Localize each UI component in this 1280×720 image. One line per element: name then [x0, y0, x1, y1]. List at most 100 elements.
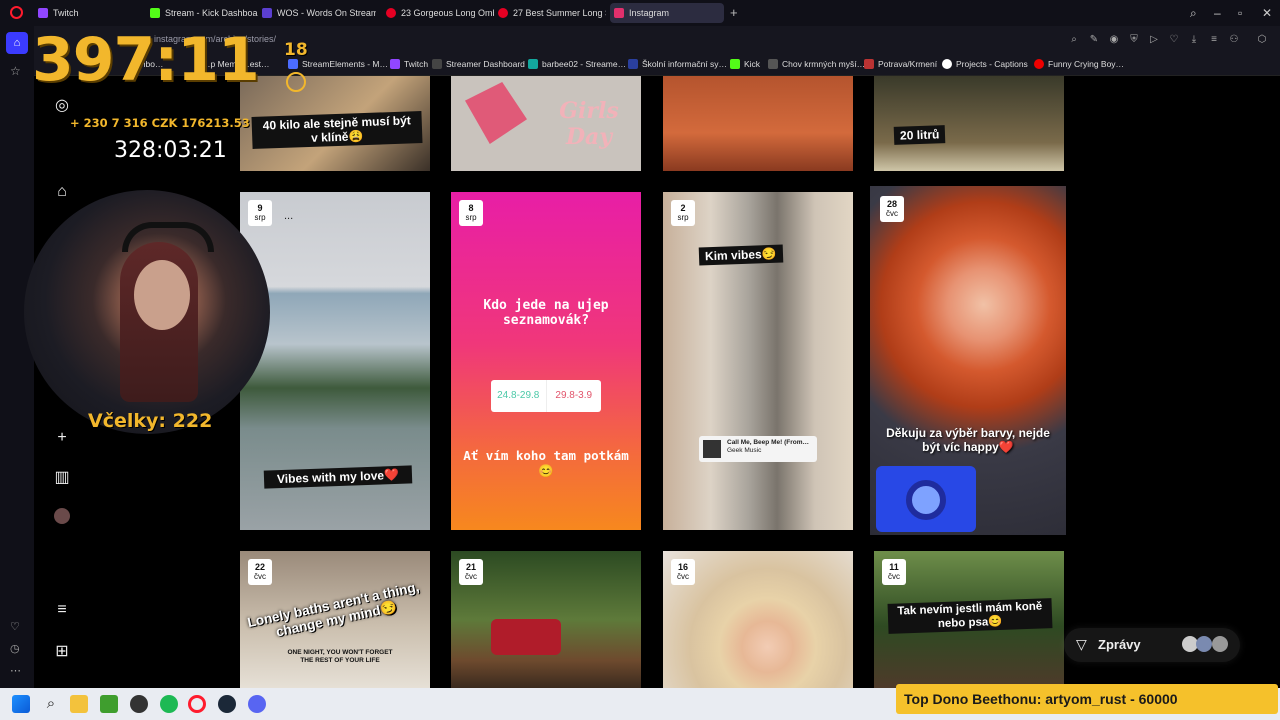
avatar	[1212, 636, 1228, 652]
threads-icon[interactable]: ⊞	[52, 642, 72, 662]
story-tile[interactable]: 22 čvc Lonely baths aren't a thing, chang…	[240, 551, 430, 688]
date-badge: 16 čvc	[671, 559, 695, 585]
file-explorer-icon[interactable]	[70, 695, 88, 713]
streamer-dashboard-icon	[432, 59, 442, 69]
bookmark-item[interactable]: Twitch	[390, 59, 428, 69]
bookmark-item[interactable]: Projects - Captions	[942, 59, 1028, 69]
captions-icon	[942, 59, 952, 69]
bookmark-item[interactable]: Chov krmných myší…	[768, 59, 865, 69]
bookmark-item[interactable]: barbee02 - Streame…	[528, 59, 626, 69]
kick-icon	[730, 59, 740, 69]
date-badge: 22 čvc	[248, 559, 272, 585]
steam-icon[interactable]	[218, 695, 236, 713]
download-icon[interactable]: ⤓	[1188, 34, 1200, 46]
avatar[interactable]	[54, 508, 70, 524]
twitch-icon	[390, 59, 400, 69]
story-tile[interactable]: 20 litrů	[874, 76, 1064, 171]
book-cover-text: ONE NIGHT, YOU WON'T FORGET THE REST OF …	[287, 649, 393, 664]
profile-icon[interactable]: ⚇	[1228, 34, 1240, 46]
minimize-icon[interactable]: –	[1214, 6, 1221, 20]
search-icon[interactable]: ⌕	[1068, 34, 1080, 46]
insights-icon[interactable]: ▥	[52, 468, 72, 488]
menu-icon[interactable]: ≡	[1208, 34, 1220, 46]
create-icon[interactable]: +	[52, 428, 72, 448]
poll-sticker[interactable]: 24.8-29.8 29.8-3.9	[491, 380, 601, 412]
kick-icon	[150, 8, 160, 18]
poll-option[interactable]: 29.8-3.9	[547, 380, 602, 412]
instagram-logo-icon[interactable]: ◎	[52, 96, 72, 116]
opera-logo-icon[interactable]	[10, 6, 23, 19]
more-icon[interactable]: ⋯	[10, 664, 21, 677]
maximize-icon[interactable]: ▫	[1238, 6, 1242, 20]
opera-icon[interactable]	[188, 695, 206, 713]
bookmark-heart-icon[interactable]: ♡	[1168, 34, 1180, 46]
youtube-icon	[1034, 59, 1044, 69]
extensions-icon[interactable]: ⬡	[1256, 34, 1268, 46]
story-tile[interactable]: 40 kilo ale stejně musí být v klíně😩	[240, 76, 430, 171]
play-icon[interactable]: ▷	[1148, 34, 1160, 46]
folder-icon	[768, 59, 778, 69]
story-tile[interactable]: 21 čvc	[451, 551, 641, 688]
pinterest-icon	[498, 8, 508, 18]
stream-stats: + 230 7 316 CZK 176213.53	[70, 116, 250, 130]
windows-start-icon[interactable]	[12, 695, 30, 713]
story-tile[interactable]: 11 čvc Tak nevím jestli mám koně nebo psa…	[874, 551, 1064, 688]
home-icon[interactable]: ⌂	[6, 32, 28, 54]
story-tile[interactable]: 16 čvc	[663, 551, 853, 688]
tab-instagram[interactable]: Instagram	[610, 3, 724, 23]
camera-icon[interactable]: ◉	[1108, 34, 1120, 46]
more-menu-icon[interactable]: ≡	[52, 600, 72, 620]
tab-twitch[interactable]: Twitch	[34, 3, 146, 23]
tab-pinterest-1[interactable]: 23 Gorgeous Long Ombre	[382, 3, 494, 23]
small-counter: 18	[284, 40, 308, 60]
top-dono-banner: Top Dono Beethonu: artyom_rust - 60000	[896, 684, 1278, 714]
album-art	[703, 440, 721, 458]
story-tile[interactable]: 28 čvc Děkuju za výběr barvy, nejde být v…	[870, 186, 1066, 535]
search-icon[interactable]: ⌕	[42, 695, 60, 713]
headphones-icon	[122, 222, 214, 252]
shield-icon[interactable]: ⛨	[1128, 34, 1140, 46]
story-tile[interactable]: 9 srp ... Vibes with my love❤️	[240, 192, 430, 530]
home-icon[interactable]: ⌂	[52, 182, 72, 202]
wos-icon	[262, 8, 272, 18]
webcam-feed	[24, 190, 270, 434]
bookmark-item[interactable]: Kick	[730, 59, 760, 69]
tab-bar: Twitch Stream - Kick Dashboard WOS - Wor…	[0, 0, 1280, 26]
close-icon[interactable]: ✕	[1262, 6, 1272, 20]
story-tile[interactable]: Girls Day	[451, 76, 641, 171]
history-icon[interactable]: ◷	[10, 642, 20, 655]
date-badge: 9 srp	[248, 200, 272, 226]
messages-button[interactable]: ▽ Zprávy	[1064, 628, 1240, 662]
new-tab-icon[interactable]: +	[730, 5, 738, 20]
heart-sticker	[876, 466, 976, 532]
spotify-icon[interactable]	[160, 695, 178, 713]
tab-words-on-stream[interactable]: WOS - Words On Stream	[258, 3, 376, 23]
poll-option[interactable]: 24.8-29.8	[491, 380, 547, 412]
star-icon[interactable]: ☆	[10, 64, 21, 78]
date-badge: 28 čvc	[880, 196, 904, 222]
music-sticker[interactable]: Call Me, Beep Me! (From… Geek Music	[699, 436, 817, 462]
story-tile[interactable]: 2 srp Kim vibes😏 Call Me, Beep Me! (From……	[663, 192, 853, 530]
bookmark-item[interactable]: Funny Crying Boy…	[1034, 59, 1124, 69]
bookmark-item[interactable]: Streamer Dashboard	[432, 59, 525, 69]
tab-pinterest-2[interactable]: 27 Best Summer Long Stra	[494, 3, 606, 23]
edit-icon[interactable]: ✎	[1088, 34, 1100, 46]
tab-kick-dashboard[interactable]: Stream - Kick Dashboard	[146, 3, 258, 23]
saddle-pad	[491, 619, 561, 655]
minecraft-icon[interactable]	[100, 695, 118, 713]
search-tabs-icon[interactable]: ⌕	[1190, 6, 1197, 21]
obs-icon[interactable]	[130, 695, 148, 713]
opera-sidebar: ⌂ ☆ ♡ ◷ ⋯	[0, 26, 34, 688]
date-badge: 21 čvc	[459, 559, 483, 585]
bookmark-item[interactable]: Školní informační sy…	[628, 59, 727, 69]
date-badge: 2 srp	[671, 200, 695, 226]
story-tile[interactable]: 8 srp Kdo jede na ujep seznamovák? 24.8-2…	[451, 192, 641, 530]
heart-icon	[906, 480, 946, 520]
streamer-face	[134, 260, 190, 330]
bookmark-item[interactable]: Potrava/Krmení	[864, 59, 937, 69]
story-tile[interactable]	[663, 76, 853, 171]
heart-icon[interactable]: ♡	[10, 620, 20, 633]
bookmark-item[interactable]: StreamElements - M…	[288, 59, 388, 69]
discord-icon[interactable]	[248, 695, 266, 713]
school-icon	[628, 59, 638, 69]
